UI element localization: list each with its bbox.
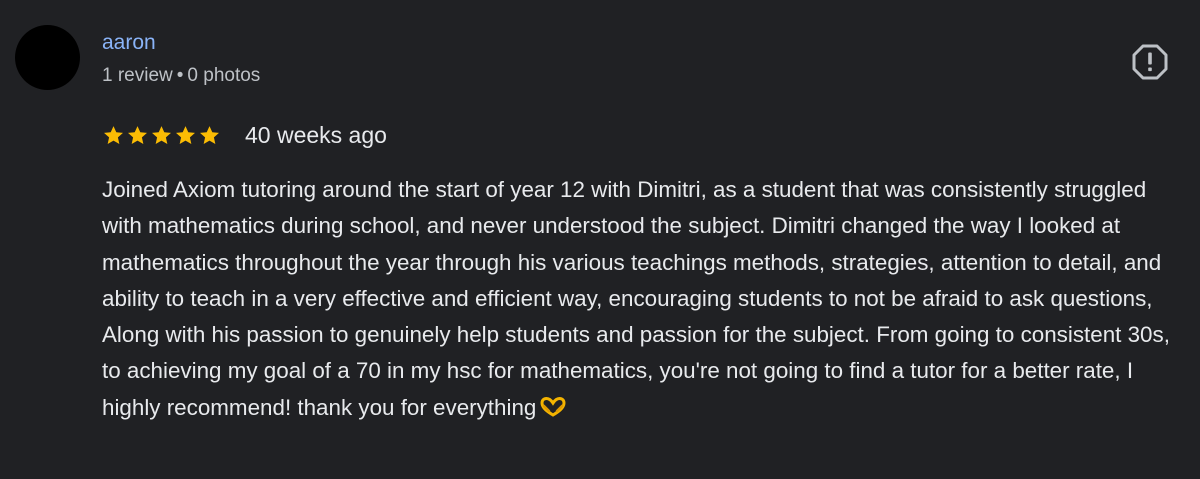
author-name-link[interactable]: aaron: [102, 30, 156, 56]
report-flag-icon: [1132, 44, 1168, 80]
avatar[interactable]: [15, 25, 80, 90]
star-icon: [128, 125, 147, 144]
star-rating: [102, 124, 222, 147]
review-date: 40 weeks ago: [245, 122, 387, 148]
photo-count: 0 photos: [187, 65, 261, 86]
report-review-button[interactable]: [1131, 43, 1169, 81]
author-meta: 1 review • 0 photos: [102, 64, 260, 88]
review-text: Joined Axiom tutoring around the start o…: [102, 177, 1170, 420]
meta-separator: •: [176, 65, 184, 86]
heart-hands-emoji-icon: [540, 396, 566, 417]
rating-row: 40 weeks ago: [102, 120, 387, 150]
star-icon: [200, 125, 219, 144]
review-card: aaron 1 review • 0 photos 40 weeks ago Joi…: [0, 0, 1200, 479]
star-icon: [152, 125, 171, 144]
review-body: Joined Axiom tutoring around the start o…: [102, 172, 1177, 426]
review-count: 1 review: [102, 65, 173, 86]
star-icon: [104, 125, 123, 144]
star-icon: [176, 125, 195, 144]
